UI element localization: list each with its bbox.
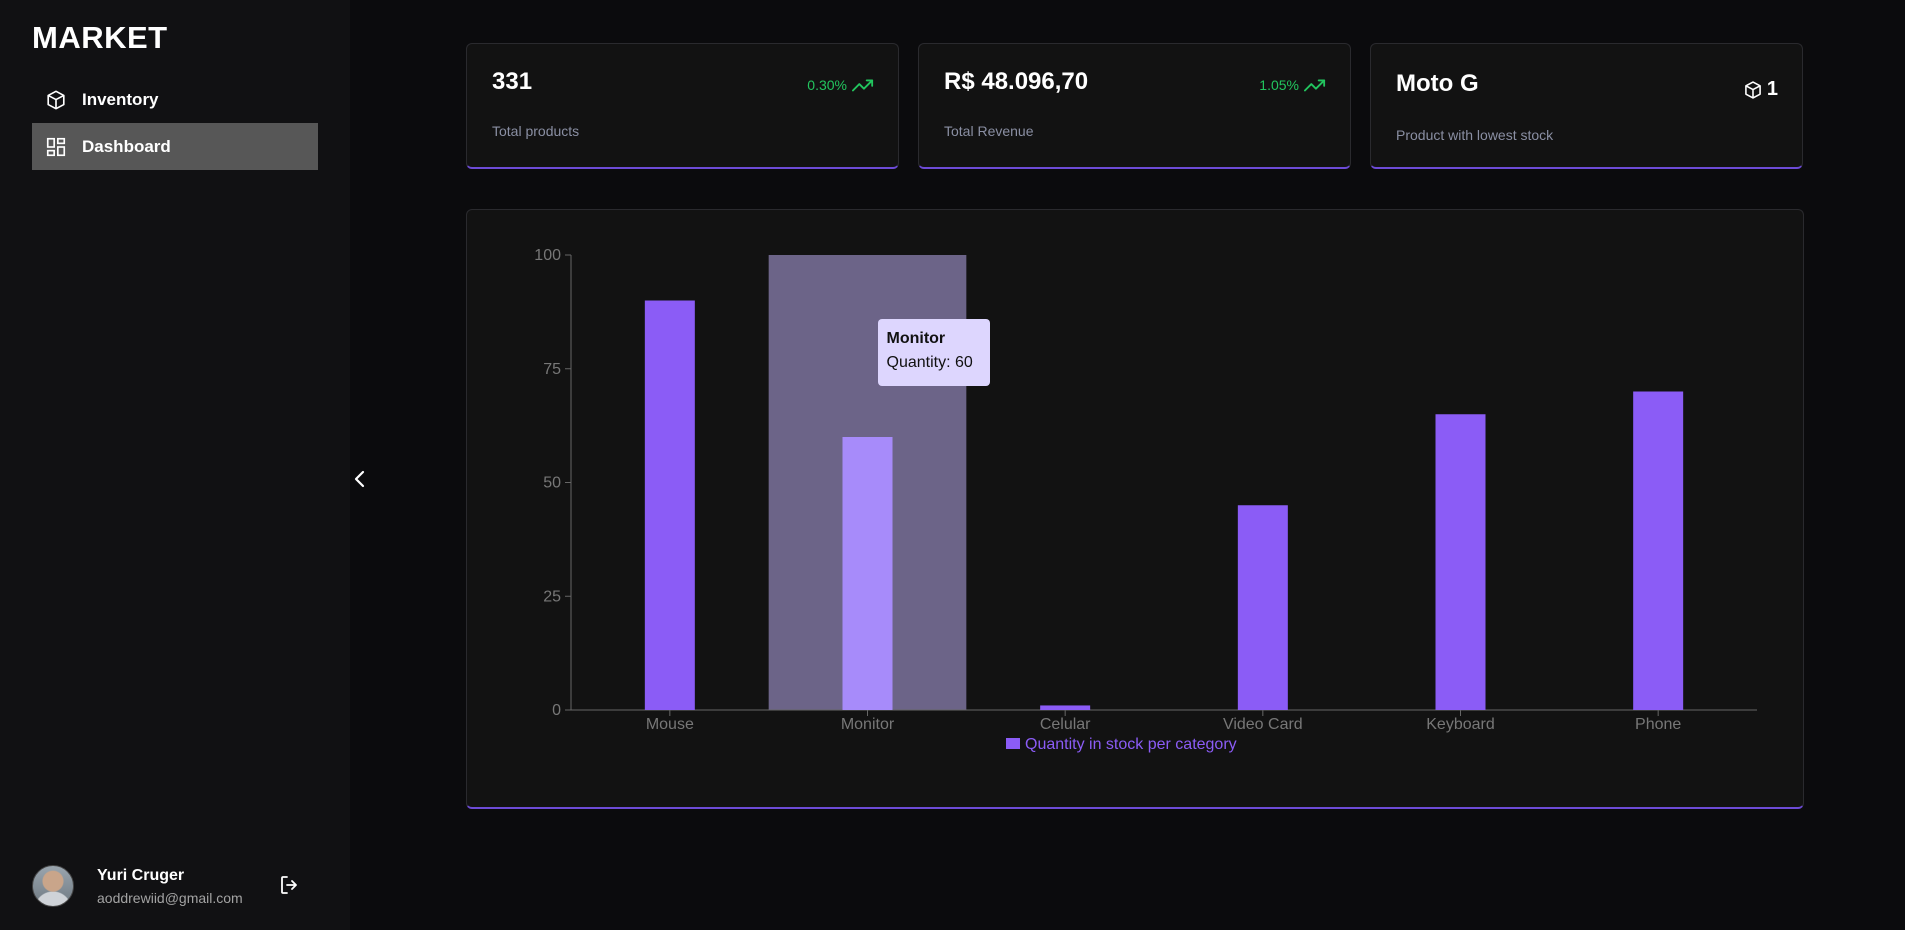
- trend-percent: 1.05%: [1259, 77, 1299, 93]
- trend-badge: 1.05%: [1259, 77, 1326, 93]
- stat-card-lowest-stock: Moto G 1 Product with lowest stock: [1370, 43, 1803, 169]
- bar-keyboard: [1435, 414, 1486, 710]
- collapse-sidebar-button[interactable]: [350, 465, 370, 493]
- legend-label: Quantity in stock per category: [1025, 736, 1237, 753]
- stock-chart-card: 0 25 50 75 100 Mouse Monitor Celular Video Card K…: [466, 209, 1804, 809]
- stock-badge: 1: [1743, 78, 1778, 101]
- bar-celular: [1040, 705, 1091, 710]
- stat-value: Moto G: [1396, 70, 1479, 97]
- box-icon: [44, 88, 68, 112]
- stat-card-total-products: 331 0.30% Total products: [466, 43, 899, 169]
- sidebar-item-label: Dashboard: [82, 136, 171, 156]
- sidebar: MARKET Inventory Dashboard Yuri Cruger a…: [0, 0, 350, 930]
- x-tick-label: Mouse: [646, 716, 694, 733]
- y-tick-label: 75: [543, 361, 561, 378]
- chart-tooltip: Monitor Quantity: 60: [877, 319, 990, 386]
- y-tick-label: 25: [543, 588, 561, 605]
- box-icon: [1745, 80, 1761, 99]
- stat-label: Total products: [492, 123, 580, 139]
- dashboard-grid-icon: [44, 135, 68, 159]
- trend-percent: 0.30%: [807, 77, 847, 93]
- stock-count: 1: [1766, 78, 1778, 100]
- x-tick-label: Celular: [1040, 716, 1091, 733]
- brand-logo: MARKET: [32, 20, 168, 55]
- user-email: aoddrewiid@gmail.com: [97, 889, 243, 906]
- x-tick-label: Keyboard: [1426, 716, 1495, 733]
- x-tick-label: Video Card: [1223, 716, 1303, 733]
- stat-label: Product with lowest stock: [1396, 127, 1554, 143]
- bar-phone: [1633, 391, 1684, 710]
- sidebar-item-inventory[interactable]: Inventory: [32, 76, 318, 123]
- sidebar-item-label: Inventory: [82, 89, 159, 109]
- avatar: [32, 865, 74, 907]
- bar-video-card: [1237, 505, 1288, 710]
- tooltip-value: Quantity: 60: [886, 354, 973, 371]
- user-name: Yuri Cruger: [97, 866, 185, 884]
- sidebar-item-dashboard[interactable]: Dashboard: [32, 123, 318, 170]
- stat-label: Total Revenue: [944, 123, 1034, 139]
- legend-swatch: [1006, 738, 1020, 749]
- trending-up-icon: [1304, 79, 1326, 92]
- stat-value: R$ 48.096,70: [944, 68, 1089, 95]
- x-tick-label: Monitor: [841, 716, 895, 733]
- trend-badge: 0.30%: [807, 77, 874, 93]
- tooltip-title: Monitor: [886, 330, 946, 347]
- logout-icon[interactable]: [278, 873, 302, 897]
- bar-mouse: [644, 300, 695, 710]
- bar-chart[interactable]: 0 25 50 75 100 Mouse Monitor Celular Video Card K…: [467, 210, 1803, 806]
- x-tick-label: Phone: [1635, 716, 1681, 733]
- bar-monitor: [842, 437, 893, 710]
- y-tick-label: 0: [552, 702, 561, 719]
- y-tick-label: 100: [534, 247, 561, 264]
- user-profile: Yuri Cruger aoddrewiid@gmail.com: [32, 865, 243, 907]
- trending-up-icon: [852, 79, 874, 92]
- stat-card-total-revenue: R$ 48.096,70 1.05% Total Revenue: [918, 43, 1351, 169]
- y-tick-label: 50: [543, 475, 561, 492]
- stat-value: 331: [492, 68, 533, 95]
